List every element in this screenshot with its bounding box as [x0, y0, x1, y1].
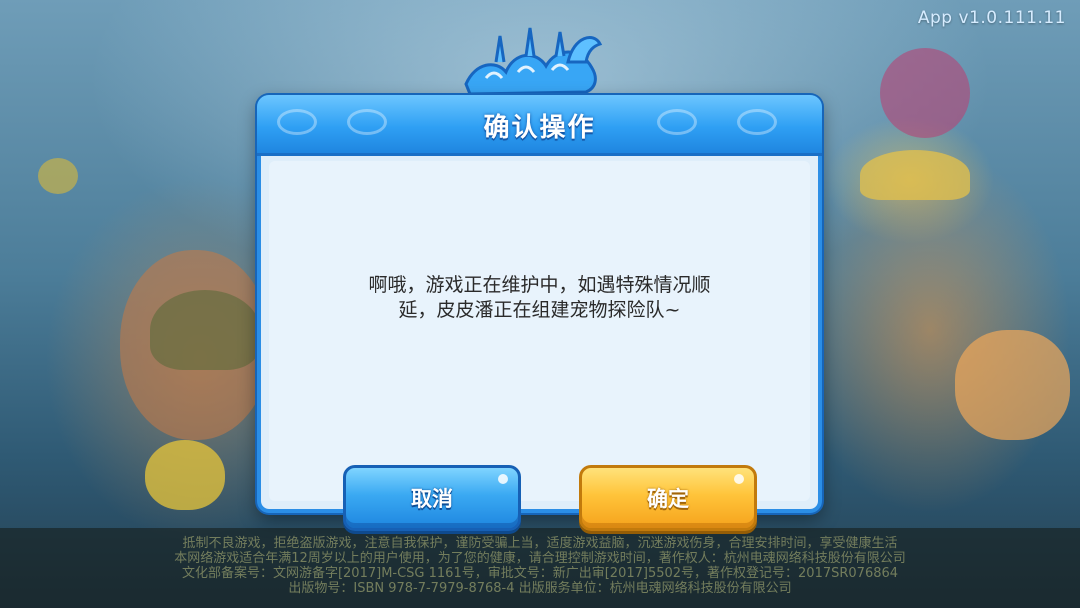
wave-crest-icon — [464, 27, 603, 96]
button-gloss — [734, 474, 744, 484]
cancel-button-label: 取消 — [411, 487, 453, 511]
dialog-message-line: 啊哦，游戏正在维护中，如遇特殊情况顺 — [368, 274, 711, 296]
footer-line: 文化部备案号：文网游备字[2017]M-CSG 1161号，审批文号：新广出审[… — [181, 566, 899, 581]
background-duck-small — [38, 158, 78, 194]
cancel-button[interactable]: 取消 — [343, 465, 521, 531]
footer-line: 出版物号：ISBN 978-7-7979-8768-4 出版服务单位：杭州电魂网… — [288, 581, 792, 596]
dialog-message-line: 延，皮皮潘正在组建宠物探险队~ — [398, 299, 681, 321]
background-character-hand — [955, 330, 1070, 440]
dialog-title: 确认操作 — [483, 113, 596, 143]
health-notice-footer: 抵制不良游戏，拒绝盗版游戏，注意自我保护，谨防受骗上当，适度游戏益脑，沉迷游戏伤… — [0, 536, 1080, 596]
background-mushroom — [860, 150, 970, 200]
confirm-button[interactable]: 确定 — [579, 465, 757, 531]
confirm-dialog: 确认操作 啊哦，游戏正在维护中，如遇特殊情况顺 延，皮皮潘正在组建宠物探险队~ … — [257, 95, 822, 531]
confirm-button-label: 确定 — [647, 487, 689, 511]
dialog-body: 啊哦，游戏正在维护中，如遇特殊情况顺 延，皮皮潘正在组建宠物探险队~ 取消 确定 — [269, 161, 810, 531]
footer-line: 抵制不良游戏，拒绝盗版游戏，注意自我保护，谨防受骗上当，适度游戏益脑，沉迷游戏伤… — [182, 536, 898, 551]
button-gloss — [498, 474, 508, 484]
background-character-helmet — [150, 290, 260, 370]
background-character-right — [880, 48, 970, 138]
app-version-label: App v1.0.111.11 — [917, 8, 1066, 28]
footer-line: 本网络游戏适合年满12周岁以上的用户使用，为了您的健康，请合理控制游戏时间，著作… — [174, 551, 906, 566]
dialog-header: 确认操作 — [257, 95, 822, 156]
background-duck — [145, 440, 225, 510]
dialog-message: 啊哦，游戏正在维护中，如遇特殊情况顺 延，皮皮潘正在组建宠物探险队~ — [329, 273, 750, 323]
